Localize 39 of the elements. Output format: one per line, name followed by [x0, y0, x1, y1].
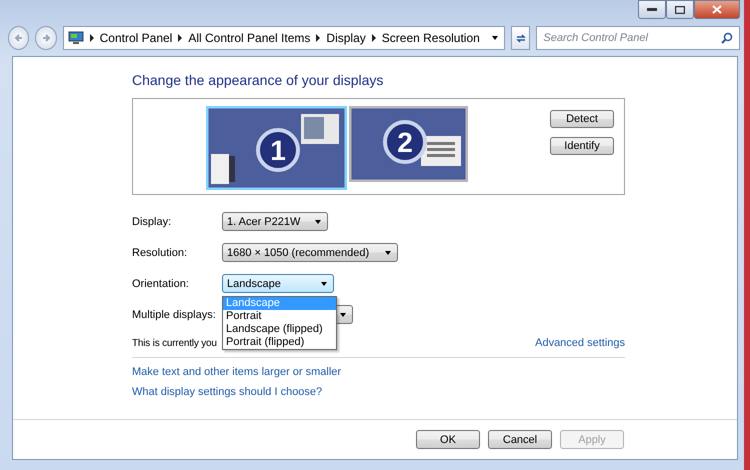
breadcrumb[interactable]: Screen Resolution [382, 31, 480, 45]
dropdown[interactable]: Landscape [222, 274, 334, 293]
breadcrumb[interactable]: All Control Panel Items [188, 31, 310, 45]
refresh-button[interactable] [510, 26, 530, 50]
dropdown-option[interactable]: Landscape (flipped) [223, 323, 336, 336]
page-heading: Change the appearance of your displays [132, 72, 384, 88]
dropdown[interactable]: 1680 × 1050 (recommended) [222, 243, 398, 262]
close-button[interactable] [694, 0, 740, 19]
dropdown-option[interactable]: Portrait (flipped) [223, 336, 336, 349]
minimize-button[interactable] [638, 0, 666, 19]
field-label: Display: [132, 216, 172, 228]
main-display-note: This is currently you [132, 338, 217, 348]
close-icon [712, 5, 722, 14]
help-link[interactable]: What display settings should I choose? [132, 386, 322, 398]
forward-arrow-icon [40, 33, 51, 43]
search-icon [721, 32, 733, 44]
search-field[interactable]: Search Control Panel [536, 26, 740, 50]
minimize-icon [647, 8, 657, 12]
field-label: Multiple displays: [132, 308, 217, 320]
dropdown-option[interactable]: Portrait [223, 310, 336, 323]
dialog-button[interactable]: Cancel [488, 430, 552, 449]
help-link[interactable]: Make text and other items larger or smaller [132, 366, 342, 378]
monitor-tile[interactable]: 1 [206, 106, 347, 190]
refresh-icon [514, 32, 527, 44]
dialog-button[interactable]: OK [416, 430, 480, 449]
maximize-button[interactable] [666, 0, 694, 19]
maximize-icon [675, 6, 685, 14]
computer-icon [68, 31, 84, 45]
monitor-button[interactable]: Identify [550, 137, 614, 155]
address-bar[interactable]: Control Panel All Control Panel Items Display Screen Resolution [62, 26, 505, 50]
monitor-tile[interactable]: 2 [349, 106, 468, 182]
monitor-button[interactable]: Detect [550, 110, 614, 128]
field-label: Orientation: [132, 278, 190, 290]
back-arrow-icon [14, 33, 24, 43]
field-label: Resolution: [132, 246, 188, 258]
breadcrumb[interactable]: Display [326, 31, 366, 45]
advanced-settings-link[interactable]: Advanced settings [535, 337, 625, 349]
dropdown[interactable]: 1. Acer P221W [222, 212, 328, 231]
breadcrumb[interactable]: Control Panel [100, 31, 172, 45]
